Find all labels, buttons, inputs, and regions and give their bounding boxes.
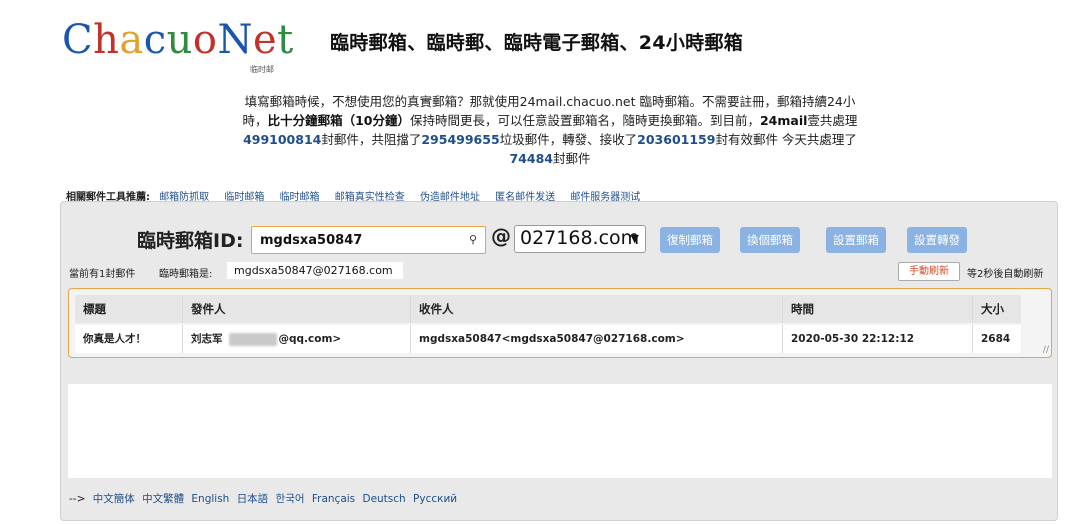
- sender-name: 刘志军: [191, 333, 223, 345]
- intro-text: 封有效郵件 今天共處理了: [715, 132, 857, 147]
- logo-letter: C: [62, 17, 94, 63]
- mail-preview-area: [68, 384, 1052, 478]
- sender-email-suffix: @qq.com>: [278, 333, 342, 345]
- intro-text: 保持時間更長，可以任意設置郵箱名，隨時更換郵箱。到目前，: [409, 113, 760, 128]
- language-link[interactable]: Русский: [413, 493, 457, 505]
- resize-handle-icon[interactable]: ∕∕: [1043, 345, 1049, 355]
- mailbox-id-row: 臨時郵箱ID: mgdsxa50847 ⚲ @ 027168.com ▼ 復制郵…: [61, 224, 1057, 258]
- stat-valid-received: 203601159: [637, 132, 716, 147]
- intro-text: 垃圾郵件，轉發、接收了: [499, 132, 638, 147]
- domain-select[interactable]: 027168.com ▼: [514, 225, 646, 253]
- logo-letter: c: [143, 17, 167, 63]
- page-title: 臨時郵箱、臨時郵、臨時電子郵箱、24小時郵箱: [330, 32, 744, 54]
- intro-line1: 填寫郵箱時候，不想使用您的真實郵箱？那就使用24mail.chacuo.net …: [244, 94, 856, 109]
- intro-text: 封郵件: [552, 151, 591, 166]
- language-link[interactable]: 日本語: [237, 493, 269, 505]
- logo-letter: u: [166, 17, 193, 63]
- logo-letter: h: [93, 17, 120, 63]
- header-subject: 標題: [75, 295, 183, 323]
- intro-text: 壹共處理: [807, 113, 858, 128]
- language-prefix: -->: [69, 493, 86, 505]
- mail-sender: 刘志军 @qq.com>: [183, 325, 411, 353]
- table-header-row: 標題 發件人 收件人 時間 大小: [75, 295, 1021, 323]
- redacted-block: [228, 332, 277, 346]
- header-recipient: 收件人: [411, 295, 783, 323]
- language-switcher: --> 中文簡体 中文繁體 English 日本語 한국어 Français D…: [69, 491, 457, 506]
- logo-letter: t: [277, 17, 294, 63]
- mailbox-id-input[interactable]: mgdsxa50847 ⚲: [251, 226, 486, 254]
- language-link[interactable]: 한국어: [276, 493, 305, 505]
- at-symbol: @: [491, 224, 511, 248]
- intro-bold: 24mail: [759, 113, 808, 128]
- header-sender: 發件人: [183, 295, 411, 323]
- chevron-down-icon: ▼: [630, 232, 639, 245]
- manual-refresh-button[interactable]: 手動刷新: [898, 262, 960, 281]
- current-address-value[interactable]: mgdsxa50847@027168.com: [227, 262, 403, 279]
- mail-list-table: 標題 發件人 收件人 時間 大小 你真是人才！ 刘志军 @qq.com> mgds…: [68, 288, 1052, 358]
- status-row: 當前有1封郵件 臨時郵箱是: mgdsxa50847@027168.com 手動…: [69, 262, 1053, 281]
- language-link[interactable]: English: [191, 493, 229, 505]
- mail-size: 2684: [981, 333, 1011, 345]
- mailbox-id-value: mgdsxa50847: [260, 233, 363, 248]
- change-mailbox-button[interactable]: 換個郵箱: [740, 227, 800, 253]
- table-row[interactable]: 你真是人才！ 刘志军 @qq.com> mgdsxa50847<mgdsxa508…: [75, 325, 1021, 353]
- current-address-label: 臨時郵箱是:: [159, 269, 213, 280]
- forward-settings-button[interactable]: 設置轉發: [907, 227, 967, 253]
- stat-total-processed: 499100814: [243, 132, 322, 147]
- language-link[interactable]: Deutsch: [362, 493, 405, 505]
- message-count: 當前有1封郵件: [69, 269, 136, 280]
- logo-letter: N: [217, 17, 253, 63]
- header-time: 時間: [783, 295, 973, 323]
- stat-spam-blocked: 295499655: [421, 132, 500, 147]
- domain-select-value: 027168.com: [520, 227, 640, 249]
- logo[interactable]: ChacuoNet 临时邮: [62, 17, 293, 78]
- language-link[interactable]: 中文簡体: [93, 493, 135, 505]
- logo-text: ChacuoNet: [62, 17, 293, 63]
- intro-paragraph: 填寫郵箱時候，不想使用您的真實郵箱？那就使用24mail.chacuo.net …: [180, 92, 920, 168]
- mail-subject[interactable]: 你真是人才！: [75, 325, 183, 353]
- language-link[interactable]: Français: [312, 493, 355, 505]
- key-icon[interactable]: ⚲: [469, 233, 477, 246]
- language-link[interactable]: 中文繁體: [142, 493, 184, 505]
- mail-recipient: mgdsxa50847<mgdsxa50847@027168.com>: [411, 325, 783, 353]
- intro-text: 封郵件，共阻擋了: [321, 132, 422, 147]
- logo-letter: o: [192, 17, 218, 63]
- logo-subtext: 临时邮: [250, 65, 274, 74]
- logo-letter: e: [253, 17, 278, 63]
- intro-bold: 比十分鐘郵箱（10分鐘）: [267, 113, 410, 128]
- mailbox-id-label: 臨時郵箱ID:: [137, 230, 244, 252]
- intro-text: 時，: [242, 113, 268, 128]
- logo-letter: a: [119, 17, 144, 63]
- auto-refresh-countdown: 等2秒後自動刷新: [967, 269, 1044, 280]
- copy-mailbox-button[interactable]: 復制郵箱: [660, 227, 720, 253]
- header-size: 大小: [981, 302, 1004, 316]
- mailbox-panel: 臨時郵箱ID: mgdsxa50847 ⚲ @ 027168.com ▼ 復制郵…: [60, 201, 1058, 521]
- stat-today-processed: 74484: [509, 151, 553, 166]
- mail-time: 2020-05-30 22:12:12: [783, 325, 973, 353]
- settings-mailbox-button[interactable]: 設置郵箱: [826, 227, 886, 253]
